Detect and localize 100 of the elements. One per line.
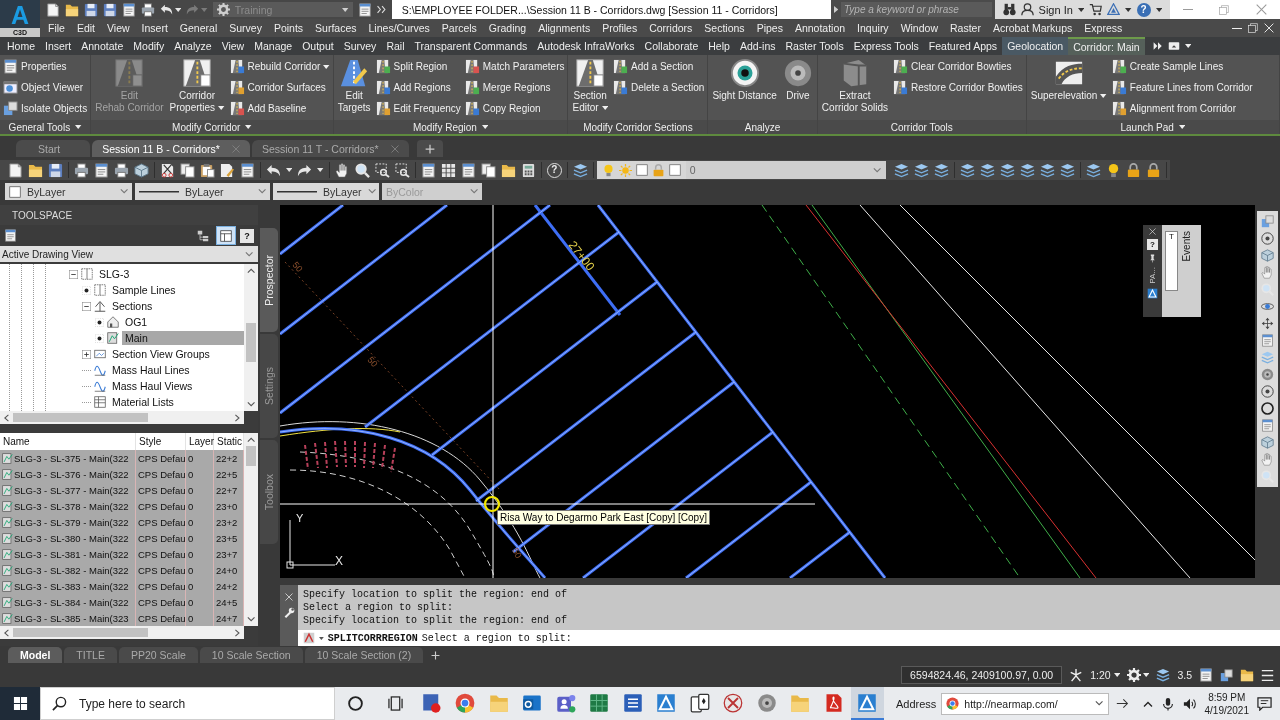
- menu-item[interactable]: Pipes: [750, 19, 789, 37]
- pin-icon[interactable]: [1148, 254, 1157, 263]
- ribbon-button[interactable]: Feature Lines from Corridor: [1110, 77, 1254, 98]
- ribbon-button[interactable]: Superelevation: [1028, 56, 1109, 120]
- ribbon-button[interactable]: Properties: [2, 56, 89, 77]
- speaker-icon[interactable]: [1182, 696, 1197, 711]
- events-field[interactable]: T: [1165, 231, 1178, 291]
- ribbon-button[interactable]: Extract Corridor Solids: [819, 56, 890, 120]
- zoom-window-icon[interactable]: [374, 162, 390, 178]
- target-icon[interactable]: [1261, 232, 1274, 245]
- ribbon-tab[interactable]: Survey: [338, 37, 382, 55]
- caret-down-icon[interactable]: [175, 7, 182, 12]
- ribbon-button[interactable]: Object Viewer: [2, 77, 89, 98]
- ring-icon[interactable]: [347, 696, 363, 711]
- sheet-icon[interactable]: [240, 162, 255, 178]
- cube-icon[interactable]: [1261, 436, 1274, 449]
- table-row[interactable]: SLG-3 - SL-384 - Main(322 CPS Defau 0 24+5: [0, 594, 244, 610]
- menu-item[interactable]: Alignments: [532, 19, 597, 37]
- four-arrows-icon[interactable]: [1261, 317, 1274, 330]
- tree-item[interactable]: Main: [122, 331, 244, 345]
- ribbon-button[interactable]: Create Sample Lines: [1110, 56, 1254, 77]
- sheet-icon[interactable]: [94, 162, 109, 178]
- document-tab[interactable]: Start: [16, 140, 91, 157]
- double-chevron-icon[interactable]: [376, 5, 386, 14]
- brush-sheet-icon[interactable]: [220, 162, 235, 178]
- chevron-left-icon[interactable]: [4, 628, 9, 637]
- asterisk-icon[interactable]: [1069, 668, 1084, 682]
- hand-icon[interactable]: [334, 162, 350, 178]
- ribbon-button[interactable]: Alignment from Corridor: [1110, 98, 1254, 119]
- ribbon-tab[interactable]: Output: [297, 37, 339, 55]
- layers-icon[interactable]: [1019, 162, 1035, 178]
- ribbon-tab[interactable]: Raster Tools: [780, 37, 849, 55]
- sheet-icon[interactable]: [122, 2, 136, 17]
- menu-item[interactable]: Points: [267, 19, 310, 37]
- ribbon-tab[interactable]: Autodesk InfraWorks: [532, 37, 640, 55]
- ribbon-tab[interactable]: Annotate: [76, 37, 129, 55]
- undo-arrow-icon[interactable]: [266, 162, 281, 178]
- ribbon-tab[interactable]: View: [216, 37, 250, 55]
- address-field[interactable]: http://nearmap.com/: [941, 692, 1110, 715]
- ribbon-button[interactable]: Add a Section: [612, 56, 706, 77]
- panel-toggle-icon[interactable]: [1167, 40, 1180, 52]
- squares-icon[interactable]: [1220, 668, 1233, 682]
- cube-icon[interactable]: [134, 162, 149, 178]
- orbit-icon[interactable]: [1261, 300, 1274, 313]
- table-row[interactable]: SLG-3 - SL-382 - Main(322 CPS Defau 0 24+0: [0, 562, 244, 578]
- ribbon-tab[interactable]: Add-ins: [734, 37, 781, 55]
- scroll-thumb[interactable]: [12, 413, 149, 422]
- panel-title[interactable]: General Tools: [0, 120, 91, 134]
- scrollbar[interactable]: [0, 411, 244, 424]
- sign-in-link[interactable]: Sign In: [1038, 3, 1073, 16]
- search-field[interactable]: Type here to search: [40, 687, 335, 720]
- menu-item[interactable]: Corridors: [643, 19, 699, 37]
- menu-item[interactable]: Profiles: [596, 19, 644, 37]
- lock-icon[interactable]: [1125, 162, 1141, 178]
- chevron-down-icon[interactable]: [246, 402, 256, 407]
- plus-icon[interactable]: [424, 143, 435, 154]
- tree-item[interactable]: OG1: [122, 315, 151, 329]
- node-dot-icon[interactable]: [82, 285, 91, 295]
- lock-icon[interactable]: [1145, 162, 1161, 178]
- ribbon-button[interactable]: Copy Region: [463, 98, 566, 119]
- menu-item[interactable]: Grading: [482, 19, 533, 37]
- tree-item[interactable]: Sample Lines: [109, 283, 179, 297]
- sheet-icon[interactable]: [357, 2, 372, 17]
- caret-down-icon[interactable]: [1184, 44, 1192, 48]
- caret-down-icon[interactable]: [319, 636, 324, 640]
- page-icon[interactable]: [46, 2, 60, 17]
- node-dot-icon[interactable]: [95, 333, 104, 343]
- scroll-thumb[interactable]: [12, 628, 149, 637]
- ribbon-tab[interactable]: Transparent Commands: [409, 37, 533, 55]
- caret-down-icon[interactable]: [1143, 673, 1150, 677]
- menu-item[interactable]: Sections: [698, 19, 751, 37]
- restore-icon[interactable]: [1248, 23, 1258, 33]
- layers-icon[interactable]: [1156, 668, 1171, 682]
- table-row[interactable]: SLG-3 - SL-380 - Main(322 CPS Defau 0 23+5: [0, 530, 244, 546]
- menu-item[interactable]: View: [101, 19, 136, 37]
- tree-item[interactable]: SLG-3: [96, 267, 133, 281]
- chevron-down-icon[interactable]: [1095, 701, 1104, 706]
- layout-tab[interactable]: 10 Scale Section: [199, 647, 303, 663]
- panel-title[interactable]: Modify Corridor: [91, 120, 333, 134]
- triangle-right-icon[interactable]: [833, 6, 838, 13]
- node-dot-icon[interactable]: [95, 317, 104, 327]
- tree-item[interactable]: Mass Haul Views: [109, 379, 196, 393]
- layers-icon[interactable]: [1085, 162, 1101, 178]
- square-icon[interactable]: [668, 164, 681, 176]
- document-tab[interactable]: Session 11 T - Corridors*: [251, 140, 409, 157]
- folder-icon[interactable]: [28, 162, 43, 178]
- redo-arrow-icon[interactable]: [297, 162, 313, 178]
- calculator-icon[interactable]: [520, 162, 536, 178]
- caret-down-icon[interactable]: [317, 168, 324, 172]
- property-dropdown[interactable]: ByLayer: [135, 183, 270, 200]
- person-icon[interactable]: [1020, 3, 1034, 16]
- ribbon-tab[interactable]: Rail: [381, 37, 410, 55]
- disc-icon[interactable]: [1261, 368, 1274, 381]
- ribbon-tab[interactable]: Geolocation: [1002, 37, 1069, 55]
- scissors-sheet-icon[interactable]: [160, 162, 175, 178]
- menu-item[interactable]: Express: [1078, 19, 1129, 37]
- caret-down-icon[interactable]: [1125, 7, 1132, 12]
- chevron-tile-icon[interactable]: [303, 632, 315, 644]
- sheet-icon[interactable]: [420, 162, 436, 178]
- fast-forward-icon[interactable]: [1152, 41, 1163, 51]
